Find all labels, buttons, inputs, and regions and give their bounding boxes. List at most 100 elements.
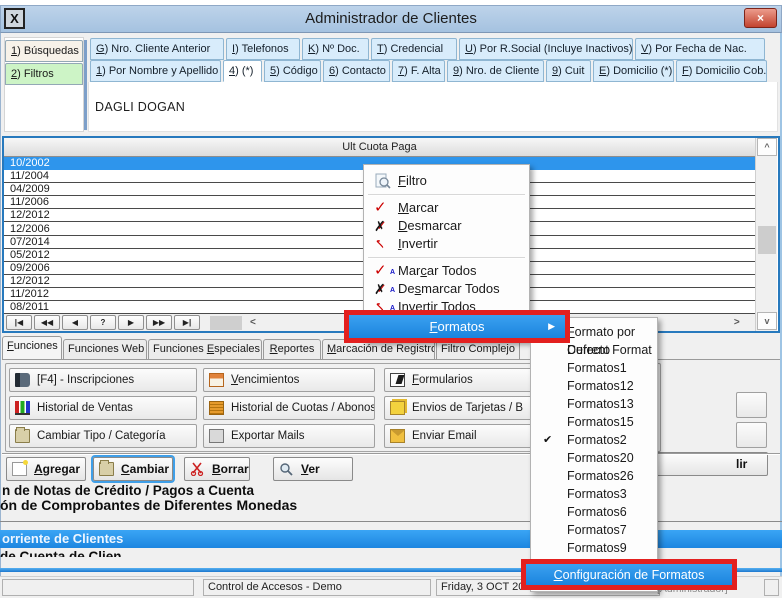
tab-nro-de-cliente[interactable]: 9) Nro. de Cliente [447,60,544,82]
menu-separator [368,194,525,195]
cambiar-tipo-button[interactable]: Cambiar Tipo / Categoría [9,424,197,448]
calendar-icon [209,373,224,387]
tab-codigo[interactable]: 5) Código [264,60,321,82]
partial-button[interactable] [736,422,767,448]
tab-nro-doc[interactable]: K) Nº Doc. [302,38,369,60]
menu-item-marcar-todos[interactable]: ✓A Marcar Todos [364,262,529,280]
submenu-item-checked[interactable]: ✔Formatos2 [531,431,657,449]
exportar-mails-button[interactable]: Exportar Mails [203,424,375,448]
tab-busquedas[interactable]: 1) Búsquedas [5,40,83,62]
nav-first-button[interactable]: |◀ [6,315,32,330]
menu-item-marcar[interactable]: ✓ Marcar [364,199,529,217]
status-panel-empty [764,579,779,596]
tab-por-rsocial[interactable]: U) Por R.Social (Incluye Inactivos) [459,38,633,60]
status-app-name: Control de Accesos - Demo [203,579,431,596]
tab-nro-cliente-anterior[interactable]: G) Nro. Cliente Anterior [90,38,224,60]
section-header-bar: orriente de Clientes [0,530,782,548]
submenu-item[interactable]: Formatos20 [531,449,657,467]
separator [0,521,782,522]
agregar-button[interactable]: Agregar [6,457,86,481]
tab-funciones-especiales[interactable]: Funciones Especiales [148,339,262,359]
book-icon [15,373,30,387]
historial-cuotas-button[interactable]: Historial de Cuotas / Abonos [203,396,375,420]
scroll-up-icon[interactable]: ^ [757,138,777,156]
ver-button[interactable]: Ver [273,457,353,481]
close-icon[interactable]: × [744,8,777,28]
submenu-item[interactable]: Formatos3 [531,485,657,503]
tab-cuit[interactable]: 9) Cuit [546,60,591,82]
tab-funciones-web[interactable]: Funciones Web [63,339,147,359]
clipped-text-line: de Cuenta de Clien [0,548,420,557]
submenu-item-configuracion[interactable]: Configuración de Formatos [526,564,732,585]
scissors-icon [190,462,205,476]
submenu-item[interactable]: Formatos1 [531,359,657,377]
envelope-icon [390,429,405,443]
annotation-formatos: Formatos ▶ [344,310,570,343]
search-content-panel: DAGLI DOGAN [88,82,778,132]
submenu-item[interactable]: Formatos9 [531,539,657,557]
tab-f-alta[interactable]: 7) F. Alta [392,60,445,82]
tab-telefonos[interactable]: I) Telefonos [226,38,300,60]
nav-fast-prev-button[interactable]: ◀◀ [34,315,60,330]
search-tabs-row2: 1) Por Nombre y Apellido 4) (*) 5) Códig… [90,60,767,82]
cambiar-button[interactable]: Cambiar [93,457,173,481]
nav-next-button[interactable]: ▶ [118,315,144,330]
nav-search-button[interactable]: ? [90,315,116,330]
tab-domicilio-cob[interactable]: F) Domicilio Cob. [676,60,767,82]
menu-item-formatos[interactable]: Formatos ▶ [349,315,565,338]
abacus-icon [209,401,224,415]
tab-4-asterisco[interactable]: 4) (*) [223,60,262,82]
search-value[interactable]: DAGLI DOGAN [95,100,185,114]
submenu-item[interactable]: Formatos7 [531,521,657,539]
tab-reportes[interactable]: Reportes [263,339,321,359]
partial-button[interactable] [736,392,767,418]
inscripciones-button[interactable]: [F4] - Inscripciones [9,368,197,392]
submenu-item[interactable]: Formatos6 [531,503,657,521]
tab-por-fecha-nac[interactable]: V) Por Fecha de Nac. [635,38,765,60]
tab-funciones[interactable]: Funciones [2,336,62,359]
tab-filtros[interactable]: 2) Filtros [5,63,83,85]
scroll-down-icon[interactable]: v [757,312,777,330]
titlebar[interactable]: Administrador de Clientes [0,5,782,33]
cross-check-icon: ✓✗ [374,217,392,235]
scroll-right-icon[interactable]: > [734,317,740,328]
menu-item-filtro[interactable]: Filtro [364,172,529,190]
separator [2,453,780,454]
app-corner-icon[interactable]: X [4,8,25,29]
vertical-scrollbar[interactable]: ^ v [755,138,777,331]
tab-contacto[interactable]: 6) Contacto [323,60,390,82]
status-panel-empty [2,579,194,596]
vencimientos-button[interactable]: Vencimientos [203,368,375,392]
folder-icon [15,429,30,443]
mail-export-icon [209,429,224,443]
scroll-left-icon[interactable]: < [250,317,256,328]
cards-icon [390,401,405,415]
nav-last-button[interactable]: ▶| [174,315,200,330]
formatos-submenu: Formato por Defecto Current Format Forma… [530,317,658,592]
vertical-scroll-thumb[interactable] [758,226,776,254]
tab-domicilio[interactable]: E) Domicilio (*) [593,60,674,82]
check-icon: ✔ [543,431,552,449]
submenu-item[interactable]: Formatos12 [531,377,657,395]
menu-item-desmarcar[interactable]: ✓✗ Desmarcar [364,217,529,235]
borrar-button[interactable]: Borrar [184,457,250,481]
menu-separator [368,257,525,258]
left-tab-divider [84,40,87,130]
menu-item-desmarcar-todos[interactable]: ✓✗A Desmarcar Todos [364,280,529,298]
historial-ventas-button[interactable]: Historial de Ventas [9,396,197,420]
submenu-item[interactable]: Current Format [531,341,657,359]
salir-button[interactable]: lir [650,452,768,476]
invert-check-icon: ✓ [374,235,392,253]
submenu-item[interactable]: Formatos15 [531,413,657,431]
list-column-header[interactable]: Ult Cuota Paga [4,138,755,157]
tab-por-nombre[interactable]: 1) Por Nombre y Apellido [90,60,221,82]
new-page-icon [12,462,27,476]
tab-credencial[interactable]: T) Credencial [371,38,457,60]
submenu-item[interactable]: Formatos26 [531,467,657,485]
annotation-configuracion: Configuración de Formatos [521,559,737,590]
nav-fast-next-button[interactable]: ▶▶ [146,315,172,330]
menu-item-invertir[interactable]: ✓ Invertir [364,235,529,253]
submenu-item[interactable]: Formatos13 [531,395,657,413]
horizontal-scroll-thumb[interactable] [210,316,242,330]
nav-prev-button[interactable]: ◀ [62,315,88,330]
